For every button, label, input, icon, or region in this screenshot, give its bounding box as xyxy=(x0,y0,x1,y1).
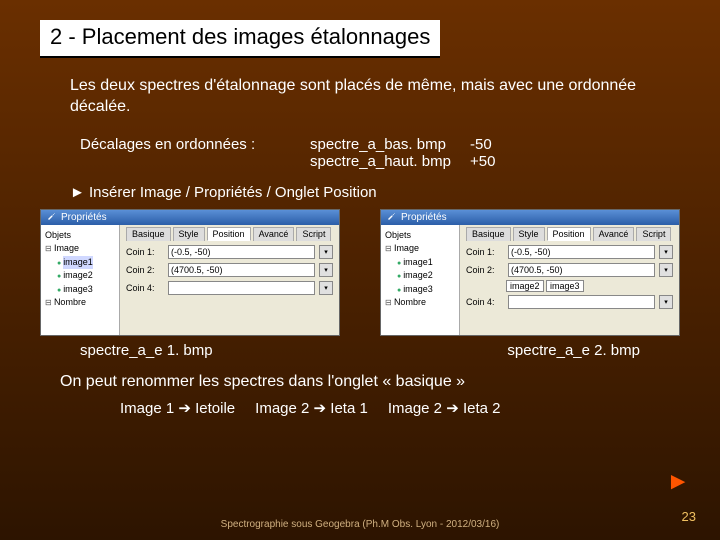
arrow-icon: ➔ xyxy=(446,400,463,417)
coin2-label: Coin 2: xyxy=(126,265,164,275)
panel-title-text: Propriétés xyxy=(401,212,447,223)
properties-panel-left: Propriétés Objets Image image1 image2 im… xyxy=(40,209,340,336)
tab-position[interactable]: Position xyxy=(547,227,591,241)
tabs-row: Basique Style Position Avancé Script xyxy=(126,227,333,241)
coin4-row: Coin 4: ▾ xyxy=(466,295,673,309)
tab-basique[interactable]: Basique xyxy=(126,227,171,241)
rename-dst-3: Ieta 2 xyxy=(463,400,501,417)
tab-position[interactable]: Position xyxy=(207,227,251,241)
coin1-dropdown[interactable]: ▾ xyxy=(659,245,673,259)
tree-item-image3[interactable]: image3 xyxy=(385,283,455,297)
object-tree[interactable]: Objets Image image1 image2 image3 Nombre xyxy=(381,225,460,335)
offset-label: Décalages en ordonnées : xyxy=(80,136,310,153)
rename-row: Image 1 ➔ Ietoile Image 2 ➔ Ieta 1 Image… xyxy=(120,399,660,417)
coin1-dropdown[interactable]: ▾ xyxy=(319,245,333,259)
tab-style[interactable]: Style xyxy=(173,227,205,241)
coin2-dropdown[interactable]: ▾ xyxy=(319,263,333,277)
coin2-label: Coin 2: xyxy=(466,265,504,275)
rename-src-3: Image 2 xyxy=(388,400,446,417)
coin1-row: Coin 1: ▾ xyxy=(126,245,333,259)
tab-avance[interactable]: Avancé xyxy=(253,227,295,241)
object-tree[interactable]: Objets Image image1 image2 image3 Nombre xyxy=(41,225,120,335)
panels-row: Propriétés Objets Image image1 image2 im… xyxy=(40,209,680,336)
next-slide-button[interactable]: ► xyxy=(666,468,690,496)
coin2-input[interactable] xyxy=(168,263,315,277)
coin2-row: Coin 2: ▾ xyxy=(126,263,333,277)
footer-text: Spectrographie sous Geogebra (Ph.M Obs. … xyxy=(0,519,720,530)
rename-src-1: Image 1 xyxy=(120,400,178,417)
tabs-row: Basique Style Position Avancé Script xyxy=(466,227,673,241)
tab-basique[interactable]: Basique xyxy=(466,227,511,241)
coin4-label: Coin 4: xyxy=(466,297,504,307)
page-title: 2 - Placement des images étalonnages xyxy=(40,20,440,58)
coin2-input[interactable] xyxy=(508,263,655,277)
panel-titlebar: Propriétés xyxy=(381,210,679,225)
coin2-row: Coin 2: ▾ xyxy=(466,263,673,277)
tree-item-image1[interactable]: image1 xyxy=(45,256,115,270)
coin2-dropdown[interactable]: ▾ xyxy=(659,263,673,277)
coin4-input[interactable] xyxy=(508,295,655,309)
tree-item-image1[interactable]: image1 xyxy=(385,256,455,270)
page-number: 23 xyxy=(682,509,696,524)
tree-item-image2[interactable]: image2 xyxy=(385,269,455,283)
tab-script[interactable]: Script xyxy=(636,227,671,241)
coin4-row: Coin 4: ▾ xyxy=(126,281,333,295)
tree-root: Objets xyxy=(385,229,455,243)
props-area: Basique Style Position Avancé Script Coi… xyxy=(460,225,679,335)
intro-text: Les deux spectres d'étalonnage sont plac… xyxy=(70,76,650,118)
arrow-icon: ➔ xyxy=(314,400,331,417)
tree-group[interactable]: Image xyxy=(385,242,455,256)
rename-dst-2: Ieta 1 xyxy=(330,400,368,417)
spec1-filename: spectre_a_bas. bmp xyxy=(310,136,470,153)
caption-right: spectre_a_e 2. bmp xyxy=(507,342,640,359)
tree-group[interactable]: Image xyxy=(45,242,115,256)
tab-script[interactable]: Script xyxy=(296,227,331,241)
tree-item-image3[interactable]: image3 xyxy=(45,283,115,297)
instruction-line: ► Insérer Image / Propriétés / Onglet Po… xyxy=(70,184,650,201)
offset-row: Décalages en ordonnées : spectre_a_bas. … xyxy=(80,136,650,170)
arrow-icon: ➔ xyxy=(178,400,195,417)
coin4-dropdown[interactable]: ▾ xyxy=(319,281,333,295)
panel-captions: spectre_a_e 1. bmp spectre_a_e 2. bmp xyxy=(80,342,640,359)
rename-text: On peut renommer les spectres dans l'ong… xyxy=(60,373,660,391)
tree-root: Objets xyxy=(45,229,115,243)
coin1-input[interactable] xyxy=(168,245,315,259)
tab-avance[interactable]: Avancé xyxy=(593,227,635,241)
coin4-input[interactable] xyxy=(168,281,315,295)
rename-dst-1: Ietoile xyxy=(195,400,235,417)
spec2-value: +50 xyxy=(470,153,510,170)
coin1-input[interactable] xyxy=(508,245,655,259)
tab-style[interactable]: Style xyxy=(513,227,545,241)
rename-src-2: Image 2 xyxy=(255,400,313,417)
properties-panel-right: Propriétés Objets Image image1 image2 im… xyxy=(380,209,680,336)
tree-footer[interactable]: Nombre xyxy=(45,296,115,310)
spec2-filename: spectre_a_haut. bmp xyxy=(310,153,470,170)
coin4-dropdown[interactable]: ▾ xyxy=(659,295,673,309)
tree-footer[interactable]: Nombre xyxy=(385,296,455,310)
wrench-icon xyxy=(387,212,397,222)
tree-item-image2[interactable]: image2 xyxy=(45,269,115,283)
panel-title-text: Propriétés xyxy=(61,212,107,223)
coin1-row: Coin 1: ▾ xyxy=(466,245,673,259)
selected-items-badge: image2 image3 xyxy=(506,281,673,291)
coin1-label: Coin 1: xyxy=(126,247,164,257)
spec1-value: -50 xyxy=(470,136,510,153)
coin1-label: Coin 1: xyxy=(466,247,504,257)
panel-titlebar: Propriétés xyxy=(41,210,339,225)
wrench-icon xyxy=(47,212,57,222)
offset-values: spectre_a_bas. bmp -50 spectre_a_haut. b… xyxy=(310,136,510,170)
caption-left: spectre_a_e 1. bmp xyxy=(80,342,213,359)
props-area: Basique Style Position Avancé Script Coi… xyxy=(120,225,339,335)
coin4-label: Coin 4: xyxy=(126,283,164,293)
